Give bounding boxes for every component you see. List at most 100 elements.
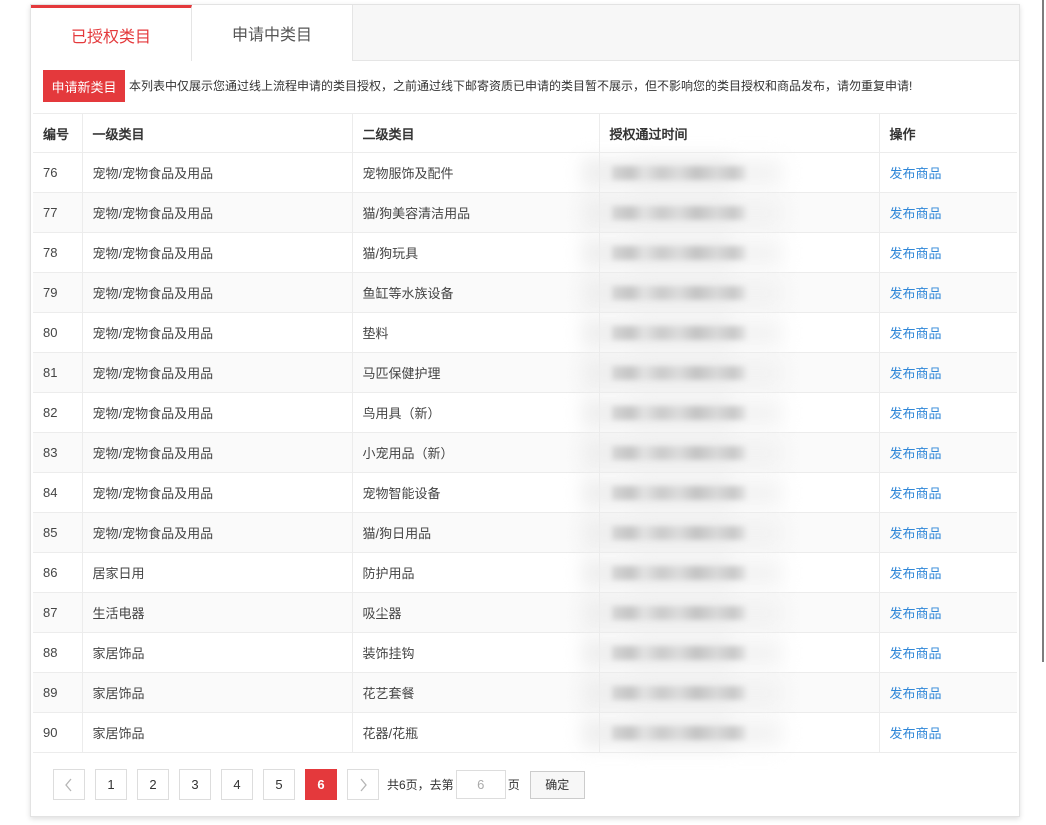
cell-id: 76 bbox=[33, 152, 83, 193]
toolbar: 申请新类目 本列表中仅展示您通过线上流程申请的类目授权，之前通过线下邮寄资质已申… bbox=[31, 61, 1019, 113]
publish-product-link[interactable]: 发布商品 bbox=[890, 246, 942, 261]
cell-id: 80 bbox=[33, 312, 83, 353]
cell-approval-time bbox=[599, 432, 880, 473]
chevron-right-icon bbox=[360, 778, 367, 791]
cell-level1-category: 宠物/宠物食品及用品 bbox=[82, 232, 353, 273]
cell-approval-time bbox=[599, 512, 880, 553]
cell-id: 81 bbox=[33, 352, 83, 393]
publish-product-link[interactable]: 发布商品 bbox=[890, 326, 942, 341]
page-button-4[interactable]: 4 bbox=[221, 769, 253, 800]
cell-id: 78 bbox=[33, 232, 83, 273]
apply-new-category-button[interactable]: 申请新类目 bbox=[43, 70, 125, 102]
level1-category: 宠物/宠物食品及用品 bbox=[92, 366, 214, 381]
publish-product-link[interactable]: 发布商品 bbox=[890, 406, 942, 421]
publish-product-link[interactable]: 发布商品 bbox=[890, 646, 942, 661]
publish-product-link[interactable]: 发布商品 bbox=[890, 166, 942, 181]
cell-level1-category: 宠物/宠物食品及用品 bbox=[82, 392, 353, 433]
row-id: 88 bbox=[43, 645, 58, 660]
publish-product-link[interactable]: 发布商品 bbox=[890, 566, 942, 581]
cell-approval-time bbox=[599, 552, 880, 593]
cell-approval-time bbox=[599, 352, 880, 393]
blurred-approval-time bbox=[611, 605, 746, 620]
cell-level1-category: 宠物/宠物食品及用品 bbox=[82, 352, 353, 393]
cell-id: 85 bbox=[33, 512, 83, 553]
publish-product-link[interactable]: 发布商品 bbox=[890, 606, 942, 621]
blurred-approval-time bbox=[611, 165, 746, 180]
column-header-action: 操作 bbox=[879, 113, 1017, 153]
table-row: 87 生活电器 吸尘器 发布商品 bbox=[33, 592, 1017, 633]
level1-category: 宠物/宠物食品及用品 bbox=[92, 286, 214, 301]
page-button-3[interactable]: 3 bbox=[179, 769, 211, 800]
cell-level1-category: 家居饰品 bbox=[82, 712, 353, 753]
table-row: 88 家居饰品 装饰挂钩 发布商品 bbox=[33, 632, 1017, 673]
cell-level2-category: 吸尘器 bbox=[352, 592, 600, 633]
table-row: 85 宠物/宠物食品及用品 猫/狗日用品 发布商品 bbox=[33, 512, 1017, 553]
blurred-approval-time bbox=[611, 645, 746, 660]
cell-level2-category: 宠物服饰及配件 bbox=[352, 152, 600, 193]
cell-level2-category: 马匹保健护理 bbox=[352, 352, 600, 393]
level1-category: 家居饰品 bbox=[92, 726, 145, 741]
table-row: 83 宠物/宠物食品及用品 小宠用品（新） 发布商品 bbox=[33, 432, 1017, 473]
cell-id: 84 bbox=[33, 472, 83, 513]
cell-approval-time bbox=[599, 632, 880, 673]
level1-category: 宠物/宠物食品及用品 bbox=[92, 526, 214, 541]
goto-confirm-button[interactable]: 确定 bbox=[529, 770, 585, 799]
cell-id: 88 bbox=[33, 632, 83, 673]
column-header-approval-time: 授权通过时间 bbox=[599, 113, 880, 153]
window-edge-divider bbox=[1042, 0, 1044, 662]
blurred-approval-time bbox=[611, 445, 746, 460]
cell-approval-time bbox=[599, 712, 880, 753]
category-table: 编号 一级类目 二级类目 授权通过时间 操作 76 宠物/宠物食品及用品 宠物服… bbox=[33, 113, 1017, 753]
publish-product-link[interactable]: 发布商品 bbox=[890, 286, 942, 301]
blurred-approval-time bbox=[611, 205, 746, 220]
table-row: 76 宠物/宠物食品及用品 宠物服饰及配件 发布商品 bbox=[33, 152, 1017, 193]
column-header-id: 编号 bbox=[33, 113, 83, 153]
page-button-2[interactable]: 2 bbox=[137, 769, 169, 800]
cell-approval-time bbox=[599, 312, 880, 353]
row-id: 78 bbox=[43, 245, 58, 260]
publish-product-link[interactable]: 发布商品 bbox=[890, 366, 942, 381]
level1-category: 生活电器 bbox=[92, 606, 145, 621]
table-body: 76 宠物/宠物食品及用品 宠物服饰及配件 发布商品 77 宠物/宠物食品及用品… bbox=[33, 152, 1017, 753]
publish-product-link[interactable]: 发布商品 bbox=[890, 486, 942, 501]
next-page-button[interactable] bbox=[347, 769, 379, 800]
publish-product-link[interactable]: 发布商品 bbox=[890, 206, 942, 221]
publish-product-link[interactable]: 发布商品 bbox=[890, 686, 942, 701]
total-pages-text: 共6页，去第 bbox=[387, 778, 454, 792]
blurred-approval-time bbox=[611, 725, 746, 740]
row-id: 90 bbox=[43, 725, 58, 740]
page-suffix-text: 页 bbox=[507, 778, 520, 792]
page-button-1[interactable]: 1 bbox=[95, 769, 127, 800]
cell-action: 发布商品 bbox=[879, 712, 1017, 753]
page-button-6[interactable]: 6 bbox=[305, 769, 337, 800]
cell-id: 90 bbox=[33, 712, 83, 753]
level1-category: 宠物/宠物食品及用品 bbox=[92, 246, 214, 261]
cell-id: 79 bbox=[33, 272, 83, 313]
cell-id: 83 bbox=[33, 432, 83, 473]
row-id: 77 bbox=[43, 205, 58, 220]
level1-category: 居家日用 bbox=[92, 566, 145, 581]
tab-authorized-categories[interactable]: 已授权类目 bbox=[31, 5, 192, 61]
cell-level2-category: 装饰挂钩 bbox=[352, 632, 600, 673]
publish-product-link[interactable]: 发布商品 bbox=[890, 726, 942, 741]
publish-product-link[interactable]: 发布商品 bbox=[890, 446, 942, 461]
tab-pending-categories[interactable]: 申请中类目 bbox=[192, 5, 353, 61]
cell-action: 发布商品 bbox=[879, 632, 1017, 673]
cell-action: 发布商品 bbox=[879, 232, 1017, 273]
cell-level1-category: 家居饰品 bbox=[82, 632, 353, 673]
prev-page-button[interactable] bbox=[53, 769, 85, 800]
cell-level1-category: 宠物/宠物食品及用品 bbox=[82, 272, 353, 313]
level2-category: 垫料 bbox=[362, 326, 389, 341]
level1-category: 宠物/宠物食品及用品 bbox=[92, 326, 214, 341]
page-button-5[interactable]: 5 bbox=[263, 769, 295, 800]
publish-product-link[interactable]: 发布商品 bbox=[890, 526, 942, 541]
blurred-approval-time bbox=[611, 245, 746, 260]
table-row: 90 家居饰品 花器/花瓶 发布商品 bbox=[33, 712, 1017, 753]
row-id: 82 bbox=[43, 405, 58, 420]
row-id: 80 bbox=[43, 325, 58, 340]
cell-level1-category: 宠物/宠物食品及用品 bbox=[82, 192, 353, 233]
level2-category: 猫/狗日用品 bbox=[362, 526, 432, 541]
level2-category: 防护用品 bbox=[362, 566, 415, 581]
goto-page-input[interactable] bbox=[455, 770, 506, 799]
cell-action: 发布商品 bbox=[879, 672, 1017, 713]
